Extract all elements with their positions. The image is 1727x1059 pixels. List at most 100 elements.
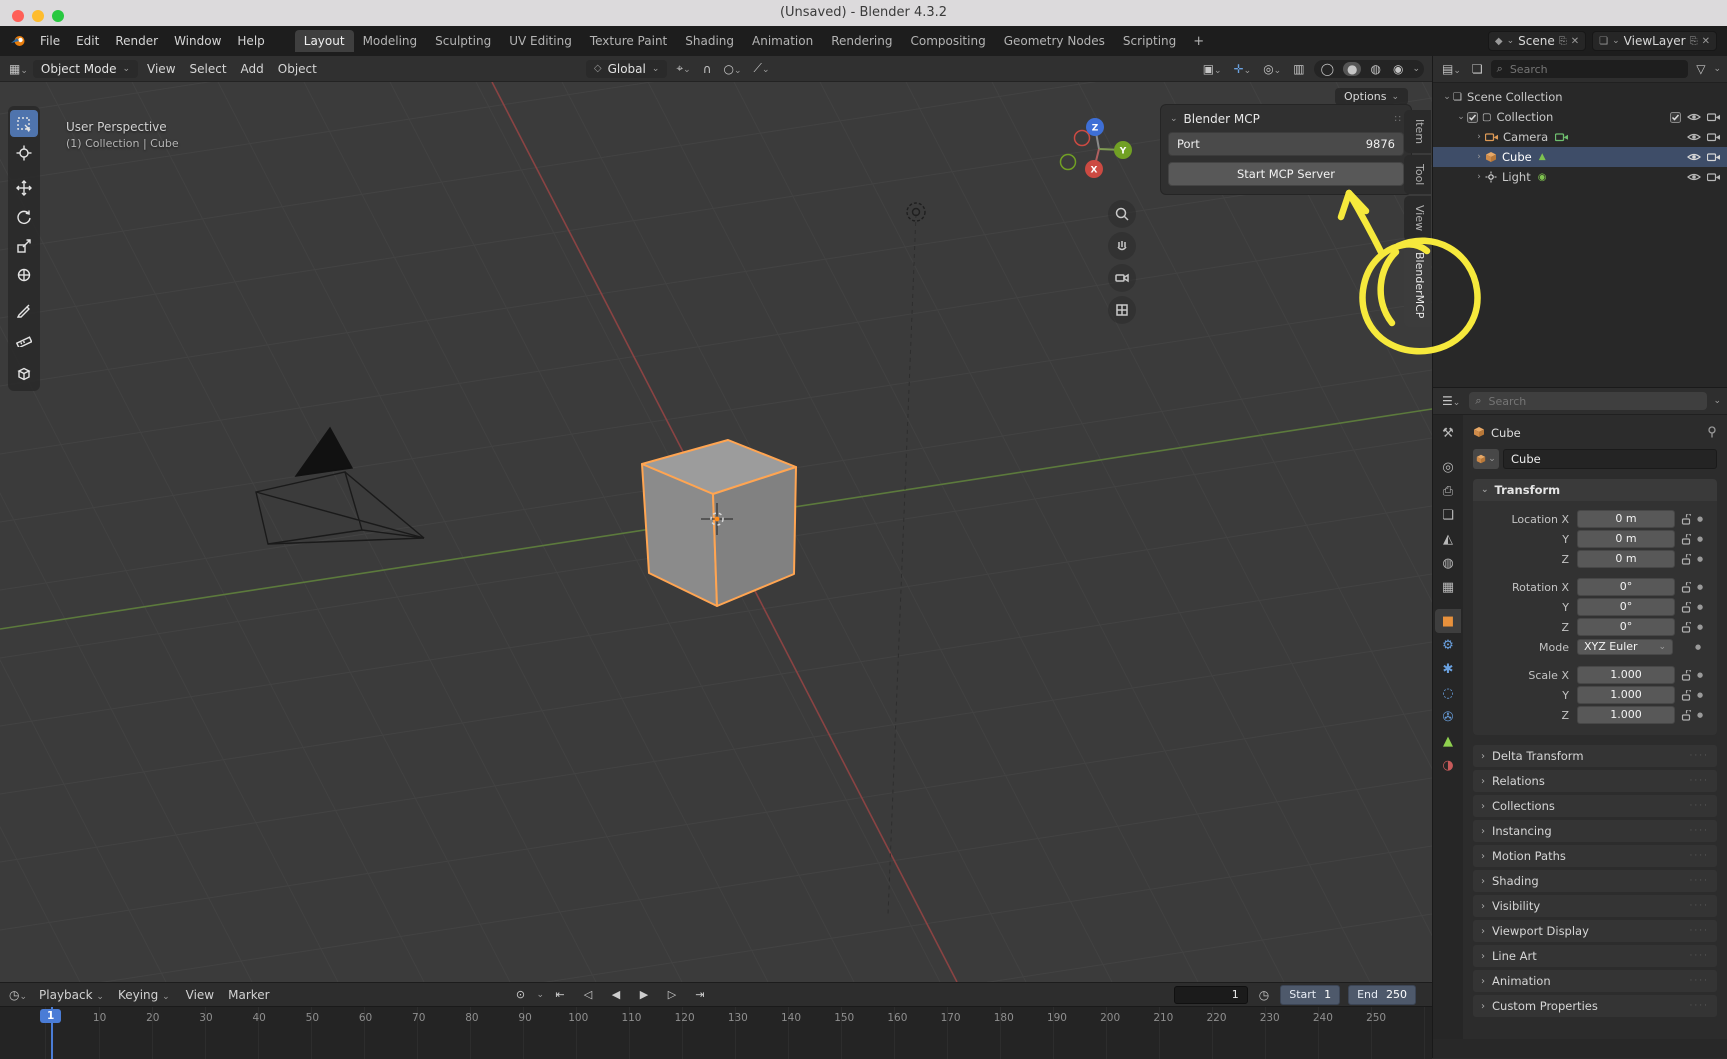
value-field[interactable]: 1.000	[1577, 666, 1675, 684]
collapse-panel-icon[interactable]: ⌄	[1170, 114, 1178, 124]
timeline-editor-icon[interactable]: ◷⌄	[6, 987, 30, 1003]
autokey-icon[interactable]: ⊙	[508, 986, 532, 1004]
collapsed-section-row[interactable]: › Line Art ····	[1473, 945, 1717, 967]
options-button[interactable]: Options⌄	[1335, 88, 1408, 105]
properties-tab[interactable]: ▦	[1435, 575, 1461, 599]
next-keyframe-button[interactable]: ▷	[660, 986, 684, 1004]
properties-tab[interactable]: ◎	[1435, 455, 1461, 479]
lock-open-icon[interactable]	[1681, 514, 1691, 525]
sidebar-tab[interactable]: View	[1404, 196, 1431, 240]
view-layer-selector[interactable]: ❏⌄ ViewLayer ⎘ ✕	[1592, 31, 1717, 51]
collapsed-section-row[interactable]: › Shading ····	[1473, 870, 1717, 892]
workspace-tab[interactable]: Shading	[676, 30, 743, 52]
shading-dropdown-icon[interactable]: ⌄	[1412, 64, 1420, 74]
expand-icon[interactable]: ⌄	[1441, 92, 1453, 102]
lock-open-icon[interactable]	[1681, 690, 1691, 701]
mode-dropdown[interactable]: Object Mode⌄	[33, 60, 138, 78]
properties-editor-icon[interactable]: ☰⌄	[1439, 393, 1463, 409]
viewport-3d[interactable]: Z Y X User Perspective (1) Collection | …	[0, 82, 1432, 982]
solid-shading-icon[interactable]: ●	[1343, 62, 1361, 76]
collapsed-section-row[interactable]: › Animation ····	[1473, 970, 1717, 992]
topbar-menu-item[interactable]: File	[32, 31, 68, 51]
editor-type-icon[interactable]: ▦⌄	[6, 61, 31, 77]
ortho-grid-icon[interactable]	[1108, 296, 1136, 324]
stopwatch-icon[interactable]: ◷	[1256, 987, 1272, 1003]
topbar-menu-item[interactable]: Render	[107, 31, 166, 51]
annotate-tool[interactable]	[10, 296, 38, 323]
outliner-row-collection[interactable]: ⌄ ▢ Collection	[1433, 107, 1727, 127]
properties-tab[interactable]: ◭	[1435, 527, 1461, 551]
transform-orientation-dropdown[interactable]: ◇ Global⌄	[586, 60, 668, 78]
lock-open-icon[interactable]	[1681, 602, 1691, 613]
zoom-window-button[interactable]	[52, 10, 64, 22]
axis-z-icon[interactable]: Z	[1086, 118, 1104, 136]
workspace-tab[interactable]: Geometry Nodes	[995, 30, 1114, 52]
viewport-menu-item[interactable]: Select	[183, 60, 234, 78]
render-camera-icon[interactable]	[1707, 152, 1721, 162]
value-field[interactable]: 0 m	[1577, 510, 1675, 528]
falloff-icon[interactable]: ⟋⌄	[751, 60, 773, 77]
viewport-menu-item[interactable]: Add	[234, 60, 271, 78]
collapsed-section-row[interactable]: › Collections ····	[1473, 795, 1717, 817]
lock-open-icon[interactable]	[1681, 582, 1691, 593]
viewport-canvas[interactable]: Z Y X	[0, 82, 1432, 982]
timeline-menu-item[interactable]: View	[179, 986, 221, 1004]
lock-open-icon[interactable]	[1681, 534, 1691, 545]
play-button[interactable]: ▶	[632, 986, 656, 1004]
chevron-down-icon[interactable]: ⌄	[536, 990, 544, 1000]
snap-target-icon[interactable]: ⌖⌄	[673, 60, 693, 77]
workspace-tab[interactable]: Layout	[295, 30, 354, 52]
filter-icon[interactable]: ▽	[1693, 61, 1708, 77]
material-shading-icon[interactable]: ◍	[1367, 61, 1383, 77]
lock-open-icon[interactable]	[1681, 710, 1691, 721]
prev-keyframe-button[interactable]: ◁	[576, 986, 600, 1004]
object-data-icon[interactable]: ⌄	[1473, 449, 1499, 469]
collapsed-section-row[interactable]: › Custom Properties ····	[1473, 995, 1717, 1017]
sidebar-tab[interactable]: Item	[1404, 110, 1431, 153]
frame-end-field[interactable]: End 250	[1348, 985, 1416, 1005]
unlink-scene-icon[interactable]: ✕	[1571, 36, 1579, 47]
checkbox-icon[interactable]	[1467, 112, 1478, 123]
rendered-shading-icon[interactable]: ◉	[1390, 61, 1406, 77]
render-camera-icon[interactable]	[1707, 132, 1721, 142]
properties-tab[interactable]: ◑	[1435, 753, 1461, 777]
cube-object[interactable]	[642, 440, 796, 606]
animate-dot-icon[interactable]: ●	[1697, 603, 1703, 611]
rotation-mode-dropdown[interactable]: XYZ Euler⌄	[1577, 639, 1673, 655]
animate-dot-icon[interactable]: ●	[1697, 515, 1703, 523]
camera-view-icon[interactable]	[1108, 264, 1136, 292]
jump-to-start-button[interactable]: ⇤	[548, 986, 572, 1004]
outliner-row-scene-collection[interactable]: ⌄ ❏ Scene Collection	[1433, 87, 1727, 107]
topbar-menu-item[interactable]: Window	[166, 31, 229, 51]
value-field[interactable]: 0°	[1577, 578, 1675, 596]
expand-icon[interactable]: ⌄	[1455, 112, 1467, 122]
value-field[interactable]: 0 m	[1577, 530, 1675, 548]
render-camera-icon[interactable]	[1707, 172, 1721, 182]
topbar-menu-item[interactable]: Edit	[68, 31, 107, 51]
collapsed-section-row[interactable]: › Visibility ····	[1473, 895, 1717, 917]
hide-eye-icon[interactable]	[1687, 112, 1701, 122]
exclude-checkbox-icon[interactable]	[1670, 112, 1681, 123]
scene-selector[interactable]: ◆⌄ Scene ⎘ ✕	[1488, 31, 1586, 51]
transform-tool[interactable]	[10, 261, 38, 288]
properties-tab[interactable]: ✱	[1435, 657, 1461, 681]
new-scene-icon[interactable]: ⎘	[1559, 36, 1567, 47]
timeline-ruler[interactable]: 1020304050607080901001101201301401501601…	[0, 1006, 1432, 1059]
wireframe-shading-icon[interactable]: ◯	[1318, 61, 1337, 77]
value-field[interactable]: 0°	[1577, 618, 1675, 636]
outliner-row-camera[interactable]: › Camera	[1433, 127, 1727, 147]
animate-dot-icon[interactable]: ●	[1697, 583, 1703, 591]
workspace-tab[interactable]: Rendering	[822, 30, 901, 52]
lock-open-icon[interactable]	[1681, 670, 1691, 681]
value-field[interactable]: 0 m	[1577, 550, 1675, 568]
magnet-snap-icon[interactable]: ∩	[700, 61, 715, 77]
move-tool[interactable]	[10, 174, 38, 201]
workspace-tab[interactable]: Texture Paint	[581, 30, 676, 52]
outliner-row-cube[interactable]: › Cube ▲	[1433, 147, 1727, 167]
gizmos-icon[interactable]: ✛⌄	[1231, 61, 1255, 77]
properties-tab[interactable]: ◌	[1435, 681, 1461, 705]
animate-dot-icon[interactable]: ●	[1697, 535, 1703, 543]
timeline-dropdown-menu[interactable]: Keying ⌄	[111, 986, 177, 1004]
animate-dot-icon[interactable]: ●	[1697, 623, 1703, 631]
current-frame-field[interactable]: 1	[1174, 986, 1248, 1004]
